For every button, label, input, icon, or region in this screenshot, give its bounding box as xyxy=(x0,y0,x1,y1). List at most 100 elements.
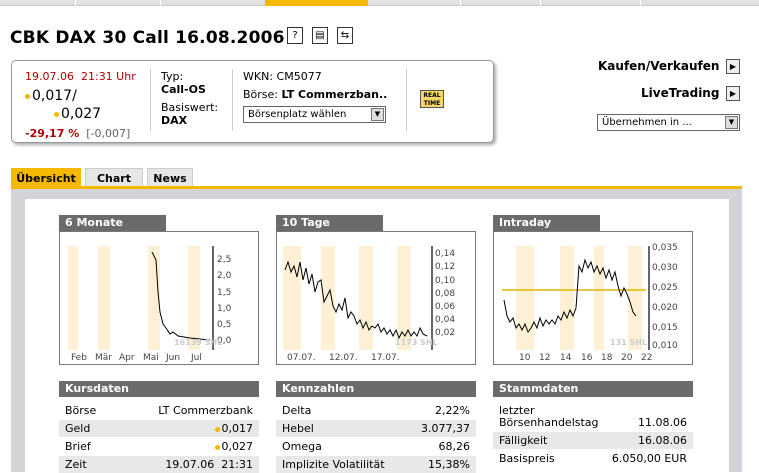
quote-time: 21:31 Uhr xyxy=(80,70,136,83)
x-tick-label: 12.07. xyxy=(329,353,358,363)
y-tick-label: 0,08 xyxy=(435,289,455,299)
y-tick-label: 1,5 xyxy=(217,288,231,298)
y-tick-label: 0,010 xyxy=(652,341,678,351)
arrow-right-icon[interactable]: ▶ xyxy=(726,86,740,101)
ask-dot-icon xyxy=(214,444,220,450)
boerse-value: LT Commerzban.. xyxy=(281,88,388,101)
y-tick-label: 0,025 xyxy=(652,283,678,293)
x-tick-label: 18 xyxy=(601,353,613,363)
chart-axis xyxy=(431,246,433,350)
x-tick-label: 07.07. xyxy=(287,353,316,363)
chart-10-tage[interactable]: 0,14 0,12 0,10 0,08 0,06 0,04 0,02 1173 … xyxy=(276,231,476,365)
bid-dot-icon xyxy=(25,93,30,99)
y-tick-label: 0,035 xyxy=(652,243,678,253)
help-icon[interactable]: ? xyxy=(287,27,303,44)
divider xyxy=(232,69,233,131)
print-icon[interactable]: ▤ xyxy=(312,27,328,44)
stammdaten-row: letzter Börsenhandelstag 11.08.06 xyxy=(499,404,687,429)
chart-band xyxy=(560,246,574,350)
realtime-badge: REAL TIME xyxy=(420,90,444,108)
quote-date: 19.07.06 xyxy=(25,70,74,83)
chart-band xyxy=(594,246,604,350)
uebernehmen-select[interactable]: Übernehmen in ... ▼ xyxy=(597,114,740,131)
bid-dot-icon xyxy=(214,426,220,432)
stammdaten-header: Stammdaten xyxy=(493,381,693,397)
x-tick-label: 16 xyxy=(581,353,593,363)
tab-news[interactable]: News xyxy=(147,168,193,187)
change-absolute: [-0,007] xyxy=(86,127,131,140)
y-tick-label: 0,10 xyxy=(435,276,455,286)
chart-6-monate-plot: 2,5 2,0 1,5 1,0 0,5 0,0 16139 SHL Feb Mä… xyxy=(68,246,232,363)
x-tick-label: 14 xyxy=(560,353,572,363)
kursdaten-header: Kursdaten xyxy=(59,381,259,397)
chevron-down-icon: ▼ xyxy=(725,116,738,129)
x-tick-label: Jun xyxy=(165,353,180,363)
quote-box: 19.07.06 21:31 Uhr 0,017/ 0,027 -29,17 %… xyxy=(11,60,494,143)
kennzahlen-header: Kennzahlen xyxy=(276,381,476,397)
typ-label: Typ: xyxy=(161,70,184,83)
chart-intraday-plot: 0,035 0,030 0,025 0,020 0,015 0,010 131 … xyxy=(502,243,678,363)
basis-label: Basiswert: xyxy=(161,101,219,114)
top-nav-active-tab[interactable] xyxy=(265,0,368,6)
bid-value: 0,017/ xyxy=(32,88,77,104)
nav-separator xyxy=(460,0,461,6)
y-tick-label: 2,5 xyxy=(217,255,231,265)
y-tick-label: 1,0 xyxy=(217,304,232,314)
x-tick-label: 12 xyxy=(539,353,550,363)
chart-header-6-monate: 6 Monate xyxy=(59,215,166,231)
y-tick-label: 0,12 xyxy=(435,262,455,272)
y-tick-label: 0,06 xyxy=(435,302,455,312)
top-navigation-bar xyxy=(0,0,759,6)
overview-panel: 6 Monate 2,5 2,0 1,5 1,0 0,5 0,0 16139 S… xyxy=(25,199,729,473)
kursdaten-row: Zeit 19.07.06 21:31 xyxy=(59,456,259,473)
y-tick-label: 2,0 xyxy=(217,271,232,281)
x-tick-label: 20 xyxy=(621,353,633,363)
tab-uebersicht[interactable]: Übersicht xyxy=(11,168,81,187)
chart-10-tage-plot: 0,14 0,12 0,10 0,08 0,06 0,04 0,02 1173 … xyxy=(283,246,455,363)
y-tick-label: 0,02 xyxy=(435,328,455,338)
kursdaten-row: Börse LT Commerzbank xyxy=(65,404,253,417)
wkn: WKN: CM5077 xyxy=(243,70,322,83)
x-tick-label: Feb xyxy=(71,353,87,363)
chart-band xyxy=(628,246,642,350)
refresh-icon[interactable]: ⇆ xyxy=(337,27,353,44)
chart-band xyxy=(68,246,78,350)
kursdaten-row: Brief 0,027 xyxy=(65,440,253,453)
x-tick-label: Jul xyxy=(190,353,202,363)
x-tick-label: Mär xyxy=(95,353,112,363)
stammdaten-row: Fälligkeit 16.08.06 xyxy=(493,432,693,449)
chart-axis xyxy=(212,246,214,350)
boersenplatz-select[interactable]: Börsenplatz wählen ▼ xyxy=(243,106,386,123)
chart-watermark: 1173 SHL xyxy=(395,338,438,347)
x-tick-label: Mai xyxy=(143,353,159,363)
y-tick-label: 0,020 xyxy=(652,303,678,313)
kennzahlen-row: Delta 2,22% xyxy=(282,404,470,417)
boerse-label: Börse: xyxy=(243,88,279,101)
kennzahlen-row: Hebel 3.077,37 xyxy=(276,420,476,437)
nav-separator xyxy=(540,0,541,6)
x-tick-label: Apr xyxy=(119,353,135,363)
x-tick-label: 10 xyxy=(519,353,531,363)
chart-band xyxy=(359,246,373,350)
kennzahlen-row: Omega 68,26 xyxy=(282,440,470,453)
x-tick-label: 17.07. xyxy=(371,353,400,363)
livetrading-link[interactable]: LiveTrading xyxy=(641,86,719,100)
divider xyxy=(406,69,407,131)
kaufen-verkaufen-link[interactable]: Kaufen/Verkaufen xyxy=(598,59,719,73)
chart-6-monate[interactable]: 2,5 2,0 1,5 1,0 0,5 0,0 16139 SHL Feb Mä… xyxy=(59,231,259,365)
chart-axis xyxy=(648,246,650,350)
chart-intraday[interactable]: 0,035 0,030 0,025 0,020 0,015 0,010 131 … xyxy=(493,231,693,365)
y-tick-label: 0,030 xyxy=(652,263,678,273)
nav-separator xyxy=(75,0,76,6)
chart-band xyxy=(283,246,301,350)
change-percent: -29,17 % xyxy=(25,127,80,140)
tab-chart[interactable]: Chart xyxy=(85,168,143,187)
stammdaten-row: Basispreis 6.050,00 EUR xyxy=(499,452,687,465)
chart-band xyxy=(98,246,110,350)
kennzahlen-row: Implizite Volatilität 15,38% xyxy=(276,456,476,473)
typ-value: Call-OS xyxy=(161,83,206,96)
divider xyxy=(150,69,151,131)
page-title: CBK DAX 30 Call 16.08.2006 xyxy=(10,28,285,48)
nav-separator xyxy=(160,0,161,6)
arrow-right-icon[interactable]: ▶ xyxy=(726,59,740,74)
